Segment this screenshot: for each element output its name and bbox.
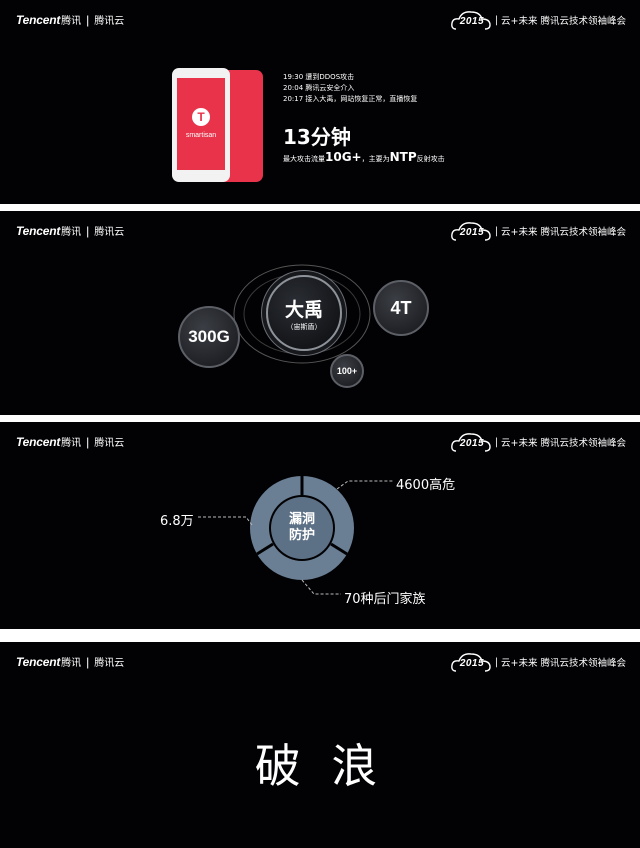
summit-badge: 2015 | 云+未来 腾讯云技术领袖峰会 (450, 9, 626, 31)
dayu-subtitle: （宙斯盾） (286, 323, 322, 331)
summit-separator: | (494, 656, 499, 668)
capacity-bubble-300g: 300G (178, 306, 240, 368)
slide-title: 破 浪 (254, 739, 386, 793)
vuln-center-title: 漏洞 防护 (282, 512, 322, 544)
count-bubble-100: 100+ (330, 354, 364, 388)
slide-breaking-waves: Tencent 腾讯 | 腾讯云 2015 | 云+未来 腾讯云技术领袖峰会 破… (0, 642, 640, 848)
tencent-brand: Tencent 腾讯 | 腾讯云 (16, 12, 125, 28)
brand-cloud: 腾讯云 (94, 658, 125, 669)
brand-cn: 腾讯 (61, 658, 82, 669)
center-line-2: 防护 (288, 528, 315, 543)
flow-mid: ，主要为 (361, 155, 390, 163)
summit-title: 云+未来 腾讯云技术领袖峰会 (501, 658, 626, 669)
slide-vuln-protection: Tencent 腾讯 | 腾讯云 2015 | 云+未来 腾讯云技术领袖峰会 漏… (0, 422, 640, 629)
recovery-duration: 13分钟 (283, 125, 351, 149)
incident-timeline: 19:30 遭到DDOS攻击 20:04 腾讯云安全介入 20:17 接入大禹，… (283, 72, 417, 105)
flow-protocol: NTP (389, 150, 417, 164)
brand-separator: | (86, 12, 90, 27)
summit-year: 2015 (459, 658, 485, 669)
capacity-bubble-4t: 4T (373, 280, 429, 336)
flow-suffix: 反射攻击 (416, 155, 445, 163)
timeline-item: 20:17 接入大禹，网站恢复正常，直播恢复 (283, 95, 418, 103)
label-count-total: 6.8万 (160, 514, 194, 529)
cloud-logo-icon: 2015 (450, 9, 492, 31)
timeline-item: 19:30 遭到DDOS攻击 (283, 73, 355, 81)
attack-flow-text: 最大攻击流量10G+，主要为NTP反射攻击 (283, 150, 445, 164)
summit-badge: 2015 | 云+未来 腾讯云技术领袖峰会 (450, 651, 626, 673)
cloud-logo-icon: 2015 (450, 651, 492, 673)
summit-title: 云+未来 腾讯云技术领袖峰会 (501, 16, 626, 27)
brand-cloud: 腾讯云 (94, 16, 125, 27)
center-line-1: 漏洞 (288, 512, 315, 527)
tencent-brand: Tencent 腾讯 | 腾讯云 (16, 654, 125, 670)
label-backdoor-families: 70种后门家族 (344, 592, 426, 607)
phone-front: T smartisan (172, 68, 230, 182)
dayu-title: 大禹 (284, 298, 323, 321)
phone-brand-text: smartisan (185, 132, 217, 139)
label-high-risk: 4600高危 (396, 478, 456, 493)
timeline-item: 20:04 腾讯云安全介入 (283, 84, 355, 92)
dayu-center-bubble: 大禹 （宙斯盾） (266, 275, 342, 351)
flow-value: 10G+ (325, 150, 362, 164)
phone-logo-icon: T (192, 108, 210, 126)
phone-screen: T smartisan (177, 78, 225, 170)
brand-en: Tencent (16, 12, 61, 27)
brand-separator: | (86, 654, 90, 669)
slide-dayu-defense: Tencent 腾讯 | 腾讯云 2015 | 云+未来 腾讯云技术领袖峰会 大… (0, 211, 640, 415)
summit-year: 2015 (459, 16, 485, 27)
brand-cn: 腾讯 (61, 16, 82, 27)
summit-separator: | (494, 14, 499, 26)
slide-ddos-incident: Tencent 腾讯 | 腾讯云 2015 | 云+未来 腾讯云技术领袖峰会 T… (0, 0, 640, 204)
brand-en: Tencent (16, 654, 61, 669)
flow-prefix: 最大攻击流量 (283, 155, 325, 163)
